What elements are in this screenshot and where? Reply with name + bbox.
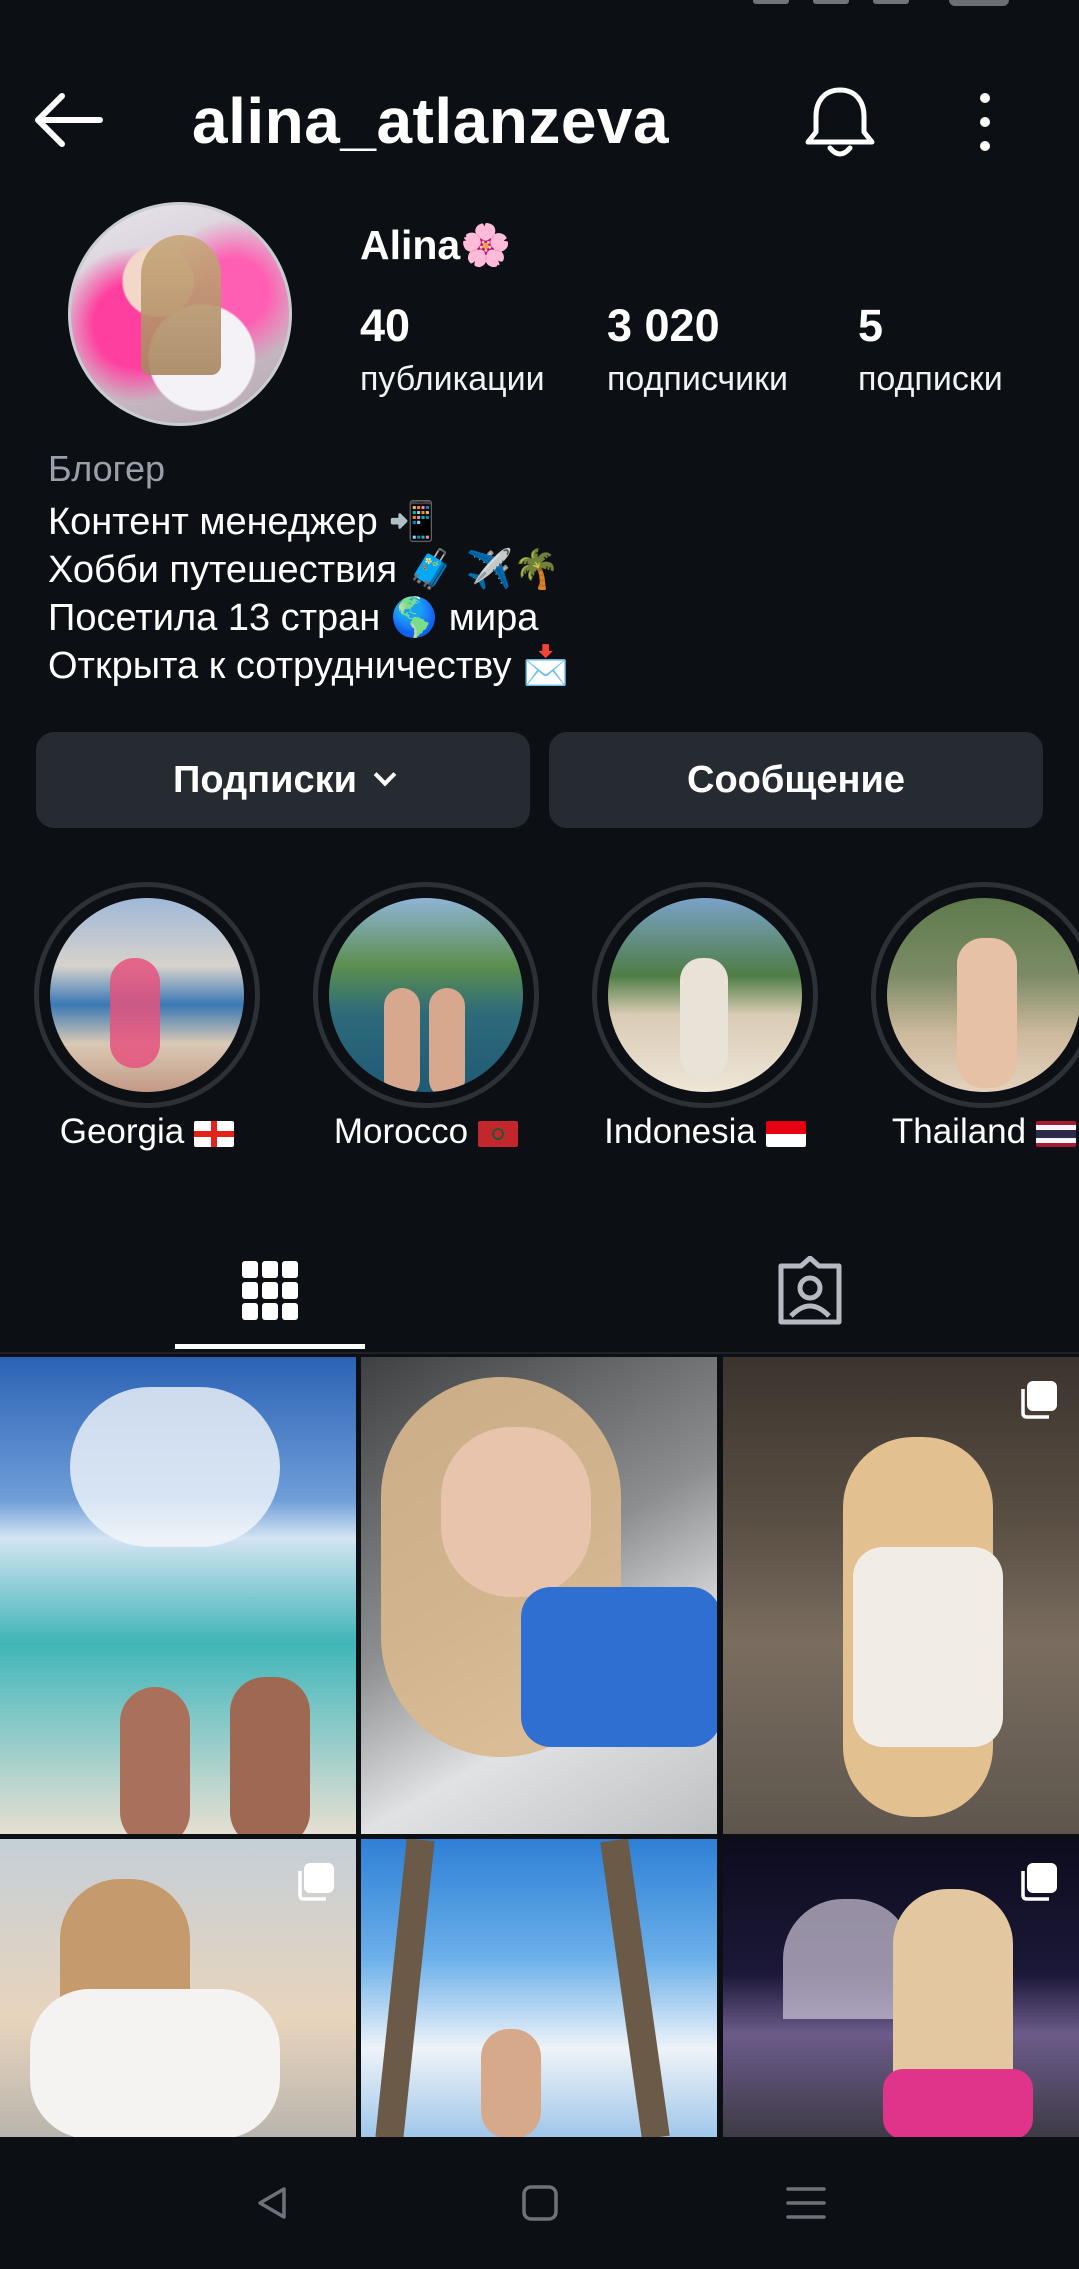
message-button-label: Сообщение	[687, 758, 905, 801]
post-thumbnail[interactable]	[723, 1357, 1079, 1834]
followers-label: подписчики	[607, 360, 789, 398]
post-photo-detail	[853, 1547, 1003, 1747]
post-thumbnail[interactable]	[361, 1839, 717, 2137]
post-photo-detail	[30, 1989, 280, 2137]
morocco-flag-icon	[478, 1120, 519, 1147]
signal-icon	[873, 0, 909, 4]
menu-icon	[786, 2187, 826, 2219]
bio-line: Посетила 13 стран 🌎 мира	[48, 597, 539, 639]
post-photo-detail	[375, 1839, 435, 2137]
message-button[interactable]: Сообщение	[549, 732, 1043, 828]
profile-username: alina_atlanzeva	[192, 85, 670, 157]
tagged-icon	[778, 1255, 842, 1324]
top-bar: alina_atlanzeva	[0, 70, 1079, 170]
posts-grid	[0, 1357, 1079, 2137]
back-button[interactable]	[30, 88, 110, 152]
back-triangle-icon	[258, 2187, 286, 2219]
bio-category: Блогер	[48, 448, 166, 489]
highlight-indonesia[interactable]: Indonesia	[590, 880, 820, 1170]
tab-posts-grid[interactable]	[175, 1228, 365, 1353]
post-photo-detail	[120, 1687, 190, 1834]
highlight-morocco[interactable]: Morocco	[311, 880, 541, 1170]
bell-icon	[805, 87, 875, 157]
cloud-shape	[70, 1387, 280, 1547]
profile-display-name: Alina🌸	[360, 222, 512, 268]
profile-avatar[interactable]	[68, 202, 292, 426]
posts-count: 40	[360, 300, 411, 351]
highlight-label: Morocco	[311, 1112, 541, 1152]
system-nav-bar	[0, 2137, 1079, 2269]
battery-icon	[949, 0, 1009, 6]
post-photo-detail	[883, 2069, 1033, 2137]
following-button-label: Подписки	[173, 758, 357, 801]
georgia-flag-icon	[194, 1120, 235, 1147]
system-menu-button[interactable]	[766, 2167, 846, 2239]
profile-bio: Блогер Контент менеджер 📲 Хобби путешест…	[48, 448, 1028, 690]
post-photo-detail	[481, 2029, 541, 2137]
more-vertical-icon	[980, 93, 990, 151]
highlight-label: Indonesia	[590, 1112, 820, 1152]
content-tabs	[0, 1228, 1079, 1353]
following-label: подписки	[858, 360, 1003, 398]
post-photo-detail	[230, 1677, 310, 1834]
bio-line: Контент менеджер 📲	[48, 501, 436, 543]
carousel-icon	[1021, 1863, 1057, 1901]
thailand-flag-icon	[1036, 1120, 1077, 1147]
highlight-cover	[50, 898, 244, 1092]
indonesia-flag-icon	[765, 1120, 806, 1147]
post-thumbnail[interactable]	[0, 1357, 356, 1834]
tab-tagged[interactable]	[715, 1228, 905, 1353]
chevron-down-icon	[373, 763, 397, 787]
following-button[interactable]: Подписки	[36, 732, 530, 828]
signal-icon	[813, 0, 849, 4]
post-thumbnail[interactable]	[361, 1357, 717, 1834]
post-thumbnail[interactable]	[723, 1839, 1079, 2137]
following-count: 5	[858, 300, 884, 351]
posts-label: публикации	[360, 360, 545, 398]
post-photo-detail	[600, 1839, 670, 2137]
story-highlights: Georgia Morocco Indonesia Thailand	[0, 880, 1079, 1170]
followers-count: 3 020	[607, 300, 720, 351]
system-home-button[interactable]	[500, 2167, 580, 2239]
highlight-cover	[887, 898, 1079, 1092]
post-thumbnail[interactable]	[0, 1839, 356, 2137]
back-arrow-icon	[35, 93, 103, 147]
posts-stat[interactable]: 40 публикации	[360, 300, 545, 399]
carousel-icon	[298, 1863, 334, 1901]
home-square-icon	[522, 2185, 558, 2221]
highlight-label: Thailand	[869, 1112, 1079, 1152]
bio-line: Хобби путешествия 🧳 ✈️🌴	[48, 549, 561, 591]
carousel-icon	[1021, 1381, 1057, 1419]
tabs-divider	[0, 1352, 1079, 1354]
post-photo-detail	[441, 1427, 591, 1597]
signal-icon	[753, 0, 789, 4]
following-stat[interactable]: 5 подписки	[858, 300, 1003, 399]
status-bar	[0, 0, 1079, 30]
followers-stat[interactable]: 3 020 подписчики	[607, 300, 788, 399]
more-options-button[interactable]	[955, 84, 1015, 160]
highlight-cover	[329, 898, 523, 1092]
highlight-georgia[interactable]: Georgia	[32, 880, 262, 1170]
highlight-label: Georgia	[32, 1112, 262, 1152]
notifications-button[interactable]	[800, 84, 880, 160]
highlight-thailand[interactable]: Thailand	[869, 880, 1079, 1170]
grid-icon	[242, 1260, 298, 1320]
avatar-photo	[141, 235, 221, 375]
active-tab-indicator	[175, 1344, 365, 1349]
system-back-button[interactable]	[232, 2167, 312, 2239]
highlight-cover	[608, 898, 802, 1092]
bio-line: Открыта к сотрудничеству 📩	[48, 645, 570, 687]
post-photo-detail	[521, 1587, 717, 1747]
